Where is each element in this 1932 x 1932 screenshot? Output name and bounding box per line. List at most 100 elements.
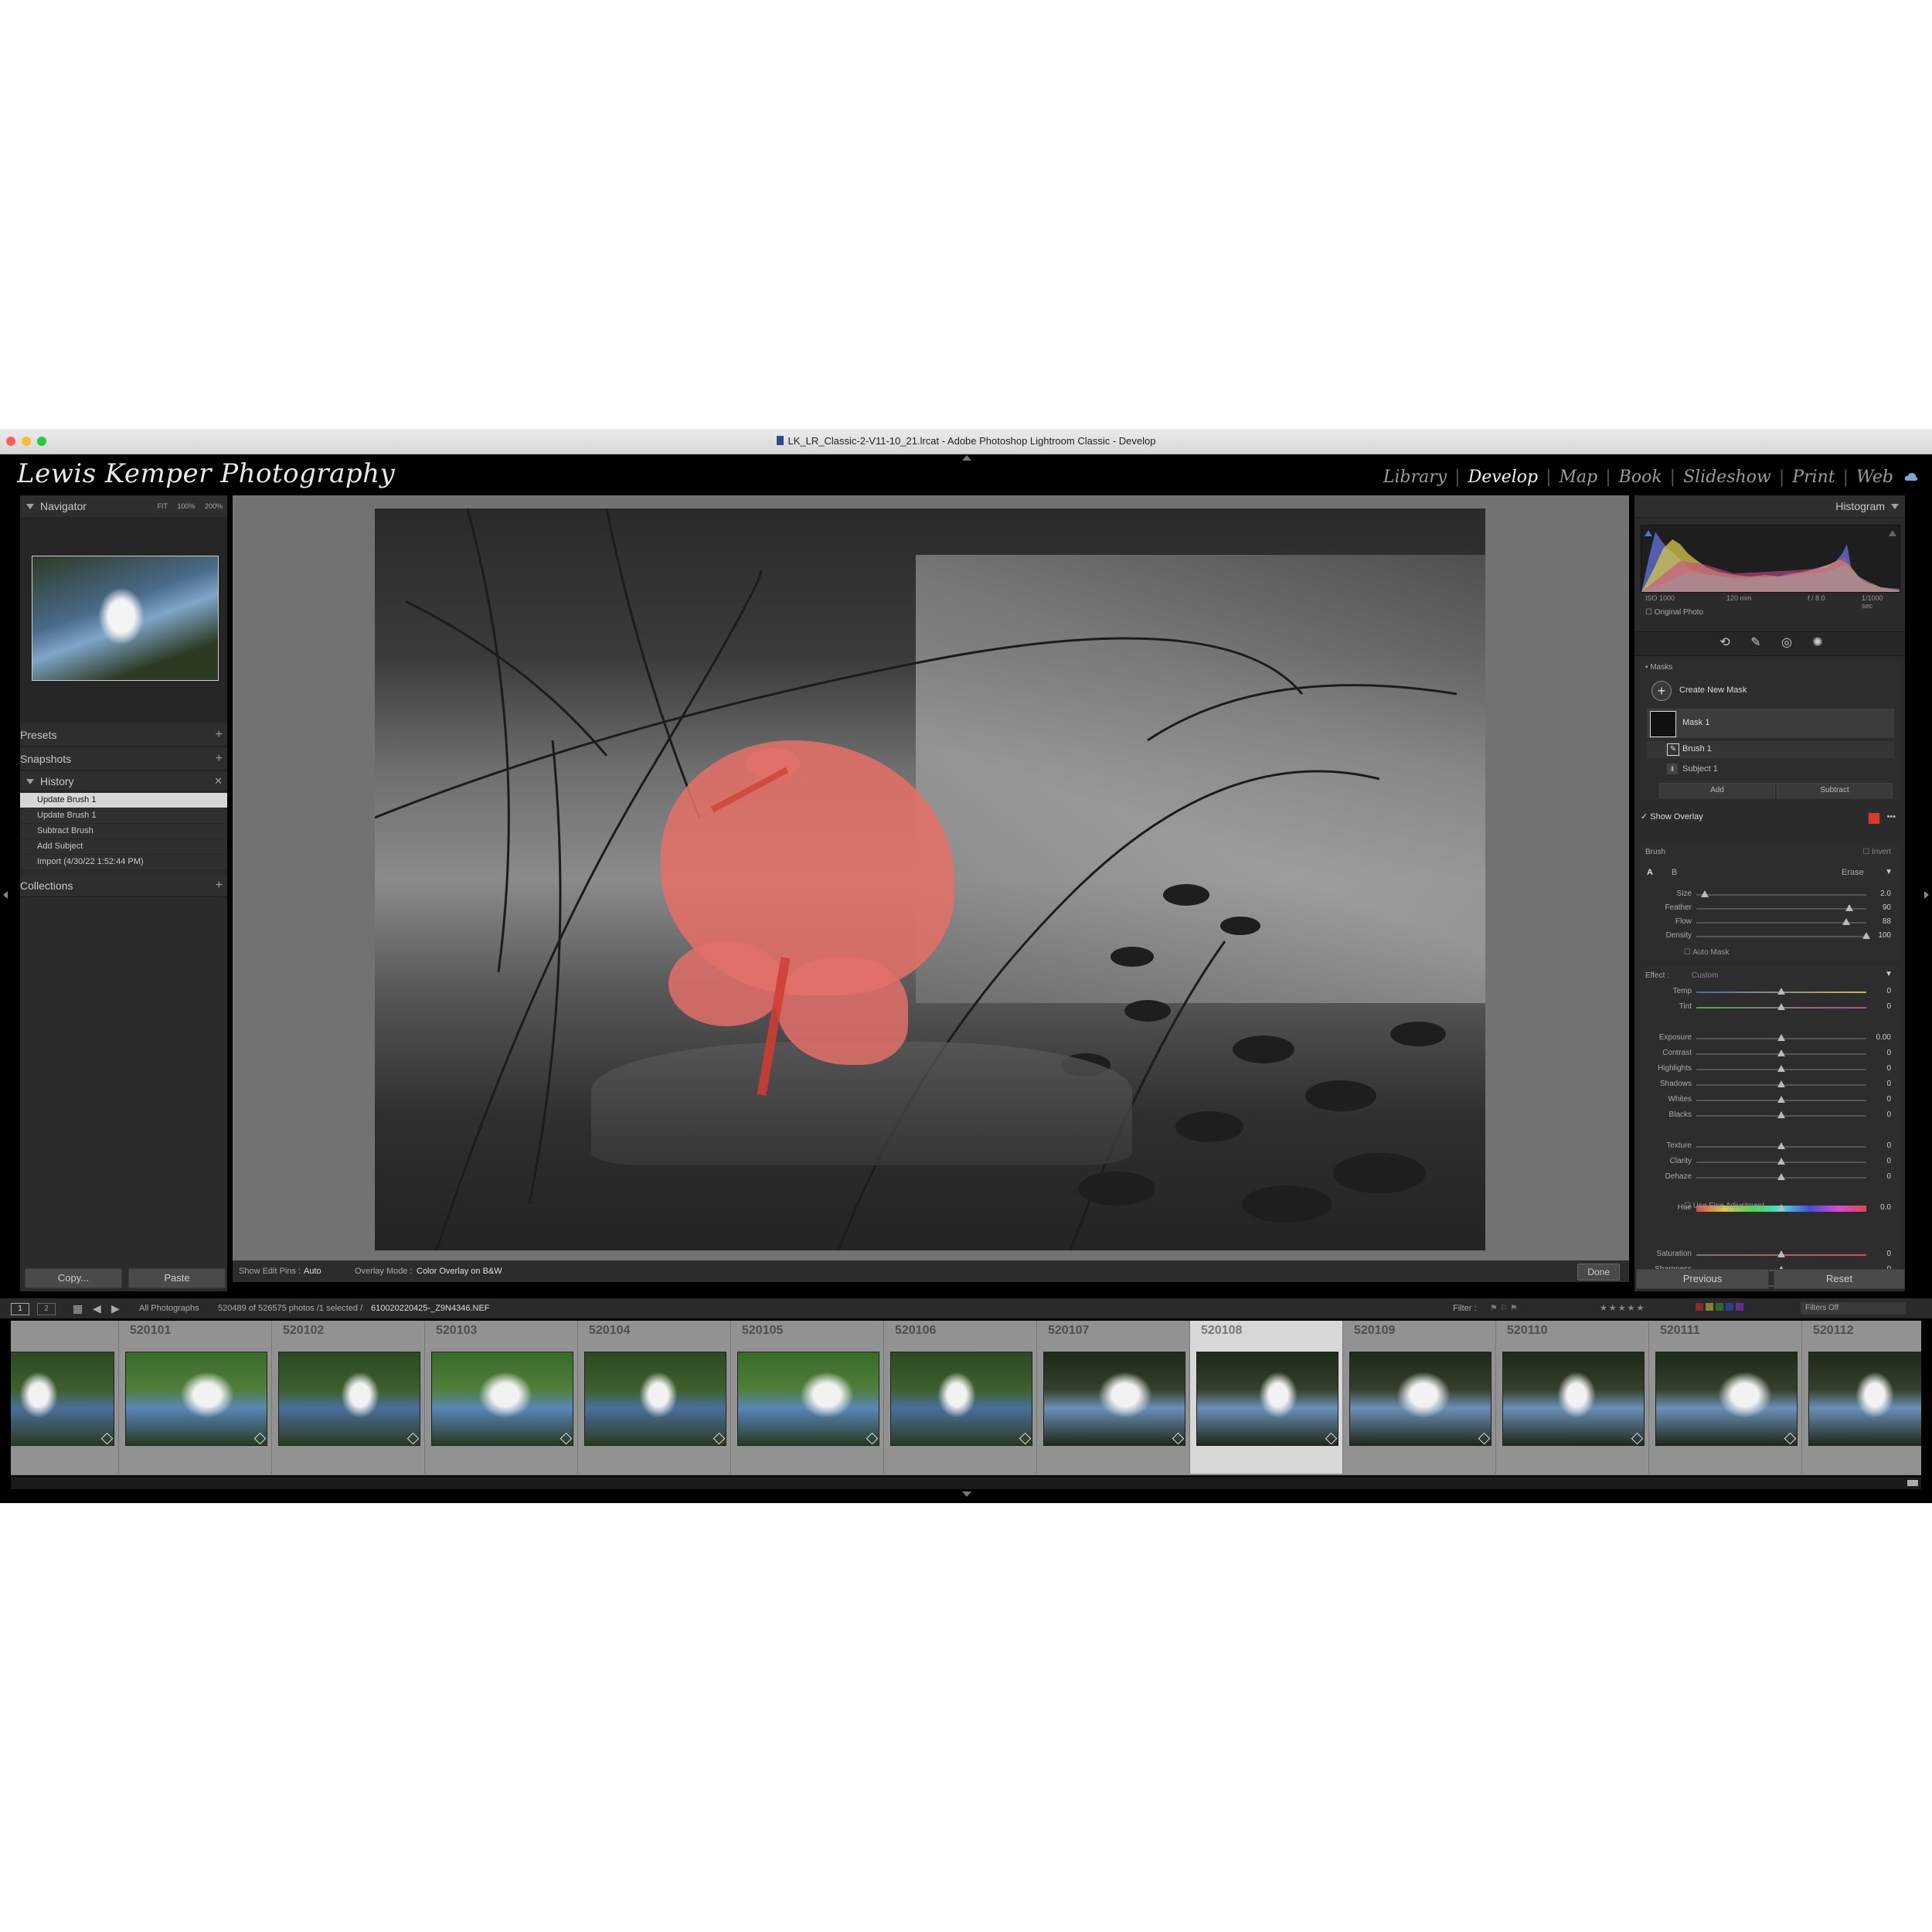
effect-slider-dehaze[interactable]: Dehaze 0 — [1641, 1171, 1899, 1183]
navigator-header[interactable]: Navigator FIT 100% 200% — [20, 495, 227, 518]
slider-value[interactable]: 0 — [1886, 1172, 1891, 1181]
slider-thumb[interactable] — [1777, 1003, 1785, 1010]
slider-value[interactable]: 0.0 — [1880, 1203, 1891, 1212]
brush-b-tab[interactable]: B — [1672, 868, 1677, 877]
slider-thumb[interactable] — [1777, 1250, 1785, 1257]
create-new-mask-button[interactable]: + Create New Mask — [1647, 676, 1927, 704]
selected-filename[interactable]: 610020220425-_Z9N4346.NEF — [371, 1298, 490, 1318]
effect-slider-shadows[interactable]: Shadows 0 — [1641, 1078, 1899, 1090]
history-item[interactable]: Add Subject — [20, 839, 227, 855]
filmstrip-cell[interactable]: 520112 — [1802, 1321, 1921, 1474]
effect-slider-temp[interactable]: Temp 0 — [1641, 985, 1899, 998]
invert-checkbox[interactable]: ☐ Invert — [1862, 848, 1891, 856]
slider-value[interactable]: 0 — [1886, 1141, 1891, 1150]
add-mask-button[interactable]: Add — [1659, 783, 1775, 798]
history-item[interactable]: Update Brush 1 — [20, 793, 227, 808]
secondary-window-page-2[interactable]: 2 — [37, 1303, 56, 1315]
effect-slider-blacks[interactable]: Blacks 0 — [1641, 1109, 1899, 1121]
filmstrip-cell[interactable]: 520110 — [1496, 1321, 1649, 1474]
previous-button[interactable]: Previous — [1636, 1269, 1769, 1289]
reset-button[interactable]: Reset — [1774, 1269, 1905, 1289]
slider-value[interactable]: 0 — [1886, 1250, 1891, 1258]
slider-value[interactable]: 0 — [1886, 1002, 1891, 1011]
main-window-page-1[interactable]: 1 — [11, 1303, 29, 1315]
brush-menu-triangle-icon[interactable]: ▼ — [1885, 868, 1893, 876]
zoom-200[interactable]: 200% — [205, 502, 223, 510]
slider-value[interactable]: 0 — [1886, 1157, 1891, 1165]
module-book[interactable]: Book — [1611, 468, 1670, 487]
slider-track[interactable] — [1696, 908, 1866, 910]
slider-value[interactable]: 100 — [1878, 931, 1891, 940]
filmstrip-thumbnail[interactable] — [278, 1352, 420, 1446]
forward-arrow-icon[interactable]: ▶ — [111, 1298, 120, 1318]
slider-thumb[interactable] — [1777, 1034, 1785, 1041]
zoom-100[interactable]: 100% — [177, 502, 195, 510]
slider-thumb[interactable] — [1777, 1065, 1785, 1072]
effect-slider-whites[interactable]: Whites 0 — [1641, 1094, 1899, 1106]
slider-value[interactable]: 0 — [1886, 1049, 1891, 1057]
slider-thumb[interactable] — [1777, 1204, 1785, 1211]
filmstrip-cell[interactable]: 520107 — [1037, 1321, 1190, 1474]
copy-button[interactable]: Copy... — [25, 1268, 122, 1288]
grid-view-icon[interactable]: ▦ — [73, 1298, 83, 1318]
module-develop[interactable]: Develop — [1461, 468, 1546, 487]
filmstrip-thumbnail[interactable] — [1655, 1352, 1798, 1446]
effect-slider-hue[interactable]: Hue 0.0 — [1641, 1202, 1899, 1214]
filmstrip-thumbnail[interactable] — [1043, 1352, 1185, 1446]
filmstrip-thumbnail[interactable] — [1502, 1352, 1645, 1446]
use-fine-adjustment-checkbox[interactable]: ☐ Use Fine Adjustment — [1684, 1202, 1764, 1210]
filmstrip-cell[interactable]: 520106 — [884, 1321, 1037, 1474]
more-options-icon[interactable]: ••• — [1886, 808, 1896, 826]
slider-thumb[interactable] — [1777, 1158, 1785, 1165]
back-arrow-icon[interactable]: ◀ — [93, 1298, 101, 1318]
slider-thumb[interactable] — [1777, 988, 1785, 995]
effect-slider-saturation[interactable]: Saturation 0 — [1641, 1248, 1899, 1260]
histogram[interactable] — [1641, 525, 1900, 593]
color-label-filter[interactable] — [1696, 1298, 1743, 1318]
add-preset-icon[interactable]: + — [216, 724, 223, 746]
slider-value[interactable]: 0 — [1886, 1111, 1891, 1119]
effect-slider-texture[interactable]: Texture 0 — [1641, 1140, 1899, 1152]
history-header[interactable]: History ✕ — [20, 772, 227, 791]
clear-history-icon[interactable]: ✕ — [214, 772, 223, 791]
filmstrip-cell[interactable]: 520103 — [425, 1321, 578, 1474]
slider-thumb[interactable] — [1862, 932, 1870, 939]
history-item[interactable]: Update Brush 1 — [20, 808, 227, 824]
slider-thumb[interactable] — [1701, 890, 1709, 897]
flag-filter-icon[interactable]: ⚑ ⚐ ⚑ — [1490, 1298, 1518, 1318]
navigator-preview[interactable] — [20, 517, 227, 722]
filmstrip-cell[interactable]: 00 — [11, 1321, 119, 1474]
presets-header[interactable]: Presets + — [20, 724, 1666, 798]
slider-track[interactable] — [1696, 936, 1866, 937]
shadow-clipping-icon[interactable] — [1645, 529, 1652, 536]
slider-thumb[interactable] — [1777, 1173, 1785, 1180]
effect-menu-triangle-icon[interactable]: ▼ — [1885, 970, 1893, 978]
cloud-sync-icon[interactable] — [1904, 471, 1918, 482]
history-item[interactable]: Subtract Brush — [20, 824, 227, 839]
snapshots-header[interactable]: Snapshots + — [20, 748, 1666, 822]
slider-value[interactable]: 90 — [1883, 903, 1891, 912]
red-eye-tool-icon[interactable]: ◎ — [1780, 636, 1794, 650]
slider-value[interactable]: 0 — [1886, 1080, 1891, 1088]
source-label[interactable]: All Photographs — [139, 1298, 199, 1318]
module-map[interactable]: Map — [1552, 468, 1606, 487]
filmstrip-thumbnail[interactable] — [737, 1352, 879, 1446]
filmstrip-thumbnail[interactable] — [890, 1352, 1032, 1446]
brush-slider-feather[interactable]: Feather 90 — [1641, 902, 1899, 914]
original-photo-checkbox[interactable]: ☐ Original Photo — [1645, 608, 1703, 617]
module-web[interactable]: Web — [1849, 468, 1901, 487]
filmstrip-thumbnail[interactable] — [1808, 1352, 1921, 1446]
brush-a-tab[interactable]: A — [1647, 868, 1653, 877]
slider-thumb[interactable] — [1777, 1111, 1785, 1118]
filmstrip-thumbnail[interactable] — [431, 1352, 573, 1446]
add-collection-icon[interactable]: + — [216, 875, 223, 896]
paste-button[interactable]: Paste — [128, 1268, 226, 1288]
masking-tool-icon[interactable]: ✺ — [1811, 636, 1825, 650]
filmstrip-cell[interactable]: 520111 — [1649, 1321, 1802, 1474]
brush-slider-flow[interactable]: Flow 88 — [1641, 916, 1899, 928]
crop-tool-icon[interactable]: ⟲ — [1718, 636, 1732, 650]
module-slideshow[interactable]: Slideshow — [1675, 468, 1779, 487]
slider-thumb[interactable] — [1845, 904, 1853, 911]
module-print[interactable]: Print — [1784, 468, 1842, 487]
rating-filter[interactable]: ★ ★ ★ ★ ★ — [1600, 1298, 1645, 1318]
